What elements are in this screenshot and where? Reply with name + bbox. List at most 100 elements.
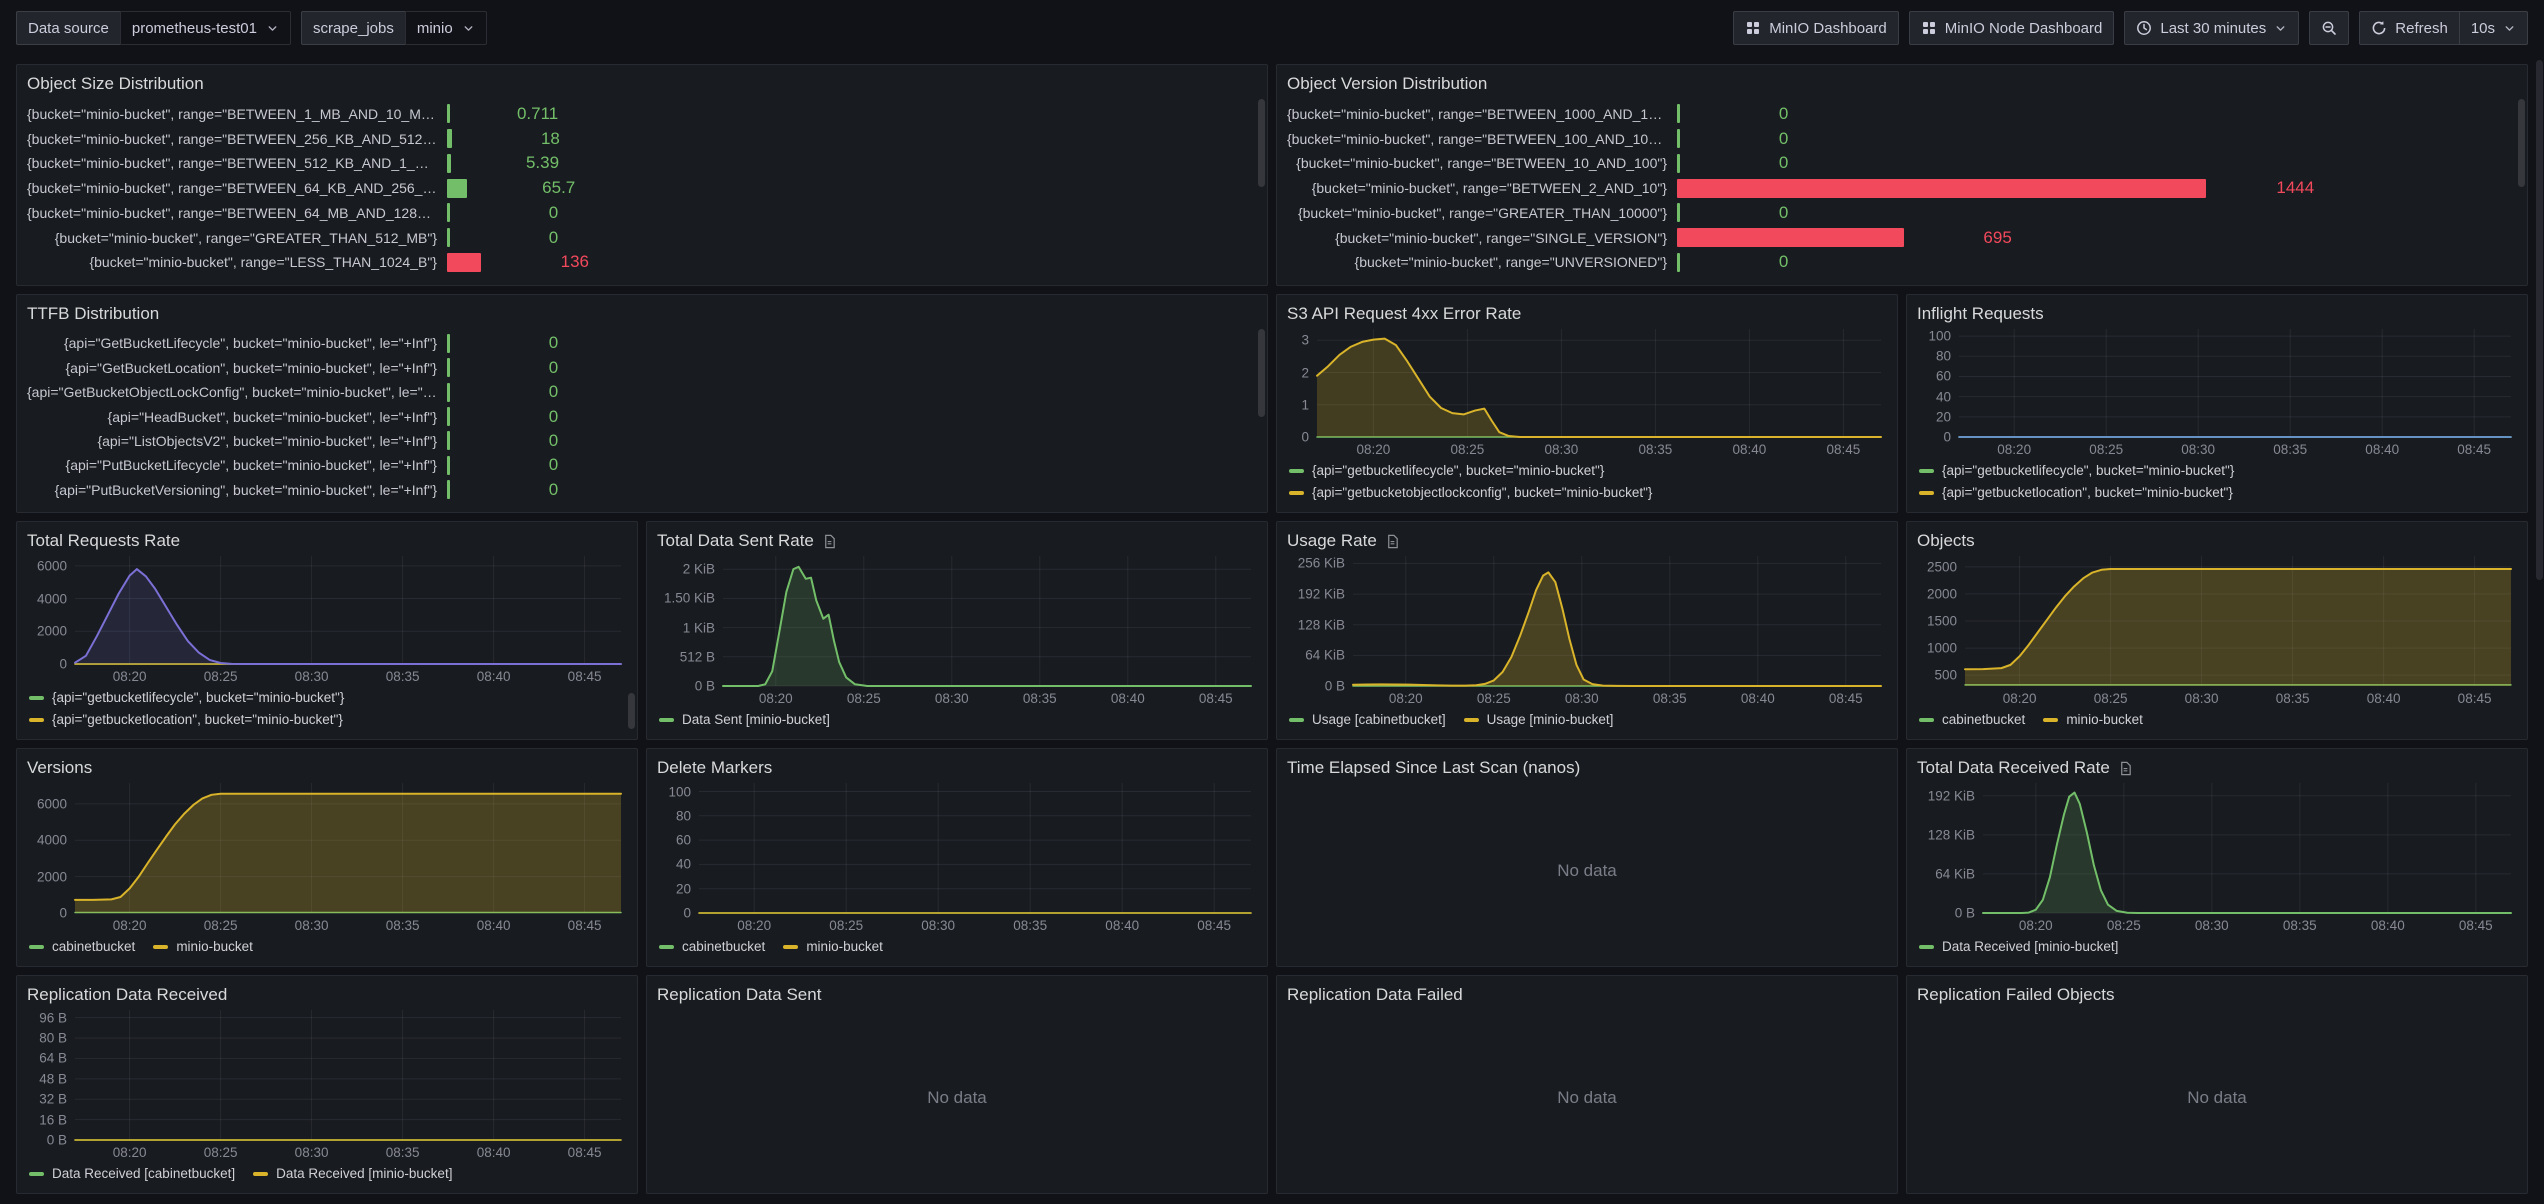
bargauge-value: 65.7 (479, 178, 575, 198)
legend-item[interactable]: Data Received [minio-bucket] (1919, 936, 2118, 958)
y-tick-label: 192 KiB (1298, 587, 1345, 602)
bargauge-value: 0 (462, 431, 558, 451)
x-tick-label: 08:45 (568, 669, 602, 684)
panel-title[interactable]: TTFB Distribution (27, 301, 159, 327)
x-tick-label: 08:45 (568, 918, 602, 933)
plot-area[interactable] (1353, 556, 1881, 686)
minio-dashboard-link[interactable]: MinIO Dashboard (1733, 11, 1899, 45)
x-tick-label: 08:20 (113, 669, 147, 684)
legend-item[interactable]: Data Received [minio-bucket] (253, 1163, 452, 1185)
bargauge-label: {bucket="minio-bucket", range="BETWEEN_6… (27, 205, 447, 221)
legend-item[interactable]: Usage [minio-bucket] (1464, 709, 1614, 731)
time-range-picker[interactable]: Last 30 minutes (2124, 11, 2299, 45)
panel-title[interactable]: Usage Rate (1287, 528, 1377, 554)
panel-title[interactable]: Replication Data Failed (1287, 982, 1463, 1008)
legend-item[interactable]: Data Received [cabinetbucket] (29, 1163, 235, 1185)
panel-description-icon[interactable] (2118, 761, 2133, 776)
panel-title[interactable]: Replication Data Received (27, 982, 227, 1008)
panel-title[interactable]: Inflight Requests (1917, 301, 2044, 327)
legend-item[interactable]: minio-bucket (2043, 709, 2143, 731)
legend-series-marker (1919, 718, 1934, 722)
panel-scrollbar[interactable] (1258, 329, 1265, 417)
y-axis: 5001000150020002500 (1917, 556, 1965, 686)
bargauge-bar (1677, 253, 1680, 272)
plot-area[interactable] (75, 556, 621, 664)
panel-description-icon[interactable] (1385, 534, 1400, 549)
bargauge-value: 0 (462, 228, 558, 248)
panel-title[interactable]: Object Version Distribution (1287, 71, 1487, 97)
legend-item[interactable]: {api="getbucketlifecycle", bucket="minio… (29, 687, 344, 709)
refresh-icon (2371, 20, 2387, 36)
legend-item[interactable]: {api="getbucketlocation", bucket="minio-… (1919, 482, 2233, 504)
x-tick-label: 08:30 (2181, 442, 2215, 457)
plot-area[interactable] (75, 783, 621, 913)
legend-item[interactable]: Usage [cabinetbucket] (1289, 709, 1446, 731)
legend-series-marker (659, 945, 674, 949)
plot-area[interactable] (723, 556, 1251, 686)
legend-item[interactable]: {api="getbucketlocation", bucket="minio-… (29, 709, 343, 731)
bargauge-row: {api="HeadBucket", bucket="minio-bucket"… (27, 407, 1257, 427)
y-tick-label: 0 B (47, 1133, 67, 1148)
legend-item[interactable]: {api="getbucketobjectlockconfig", bucket… (1289, 482, 1652, 504)
minio-node-dashboard-link[interactable]: MinIO Node Dashboard (1909, 11, 2115, 45)
refresh-interval-select[interactable]: 10s (2460, 11, 2528, 45)
y-tick-label: 20 (676, 881, 691, 896)
panel-scrollbar[interactable] (2518, 99, 2525, 187)
legend-item[interactable]: cabinetbucket (659, 936, 765, 958)
legend-item[interactable]: {api="getbucketlifecycle", bucket="minio… (1289, 460, 1604, 482)
plot-area[interactable] (1317, 329, 1881, 437)
plot-area[interactable] (75, 1010, 621, 1140)
panel-title[interactable]: Object Size Distribution (27, 71, 204, 97)
bargauge-bar (1677, 228, 1904, 247)
plot-area[interactable] (1959, 329, 2511, 437)
x-axis: 08:2008:2508:3008:3508:4008:45 (75, 664, 621, 686)
panel-title[interactable]: Total Data Sent Rate (657, 528, 814, 554)
x-tick-label: 08:40 (1733, 442, 1767, 457)
legend-item[interactable]: cabinetbucket (1919, 709, 2025, 731)
plot-area[interactable] (1983, 783, 2511, 913)
panel-title[interactable]: Replication Failed Objects (1917, 982, 2114, 1008)
plot-area[interactable] (699, 783, 1251, 913)
bargauge-track: 0 (447, 333, 1257, 353)
bargauge-bar (447, 407, 450, 426)
y-tick-label: 1 KiB (683, 620, 715, 635)
refresh-button[interactable]: Refresh (2359, 11, 2460, 45)
panel-description-icon[interactable] (822, 534, 837, 549)
panel-scrollbar[interactable] (1258, 99, 1265, 187)
legend-item[interactable]: Data Sent [minio-bucket] (659, 709, 830, 731)
panel-title[interactable]: Objects (1917, 528, 1975, 554)
x-tick-label: 08:35 (386, 669, 420, 684)
legend-scrollbar[interactable] (628, 693, 635, 729)
legend-series-marker (1289, 469, 1304, 473)
x-tick-label: 08:40 (477, 918, 511, 933)
bargauge-bar (447, 104, 450, 123)
legend-item[interactable]: cabinetbucket (29, 936, 135, 958)
bargauge-row: {bucket="minio-bucket", range="LESS_THAN… (27, 252, 1257, 272)
zoom-out-button[interactable] (2309, 11, 2349, 45)
bargauge-bar (447, 203, 450, 222)
legend-item[interactable]: minio-bucket (153, 936, 253, 958)
panel-title[interactable]: Total Data Received Rate (1917, 755, 2110, 781)
legend: cabinetbucket minio-bucket (657, 935, 1257, 958)
panel-title[interactable]: Time Elapsed Since Last Scan (nanos) (1287, 755, 1580, 781)
legend-item[interactable]: minio-bucket (783, 936, 883, 958)
datasource-select[interactable]: prometheus-test01 (120, 11, 291, 45)
panel-title[interactable]: Total Requests Rate (27, 528, 180, 554)
panel-title[interactable]: Replication Data Sent (657, 982, 821, 1008)
panel-title[interactable]: Versions (27, 755, 92, 781)
y-tick-label: 0 (59, 906, 67, 921)
bargauge-value: 0 (462, 480, 558, 500)
x-tick-label: 08:25 (829, 918, 863, 933)
variable-datasource-label: Data source (16, 11, 120, 45)
panel-usage-rate: Usage Rate 0 B64 KiB128 KiB192 KiB256 Ki… (1276, 521, 1898, 740)
chevron-down-icon (462, 22, 475, 35)
plot-area[interactable] (1965, 556, 2511, 686)
bargauge-label: {bucket="minio-bucket", range="BETWEEN_1… (1287, 106, 1677, 122)
panel-title[interactable]: Delete Markers (657, 755, 772, 781)
bargauge-value: 0 (462, 455, 558, 475)
y-tick-label: 512 B (680, 649, 715, 664)
legend-item[interactable]: {api="getbucketlifecycle", bucket="minio… (1919, 460, 2234, 482)
panel-title[interactable]: S3 API Request 4xx Error Rate (1287, 301, 1521, 327)
scrape-jobs-select[interactable]: minio (405, 11, 487, 45)
page-scrollbar[interactable] (2536, 60, 2543, 580)
